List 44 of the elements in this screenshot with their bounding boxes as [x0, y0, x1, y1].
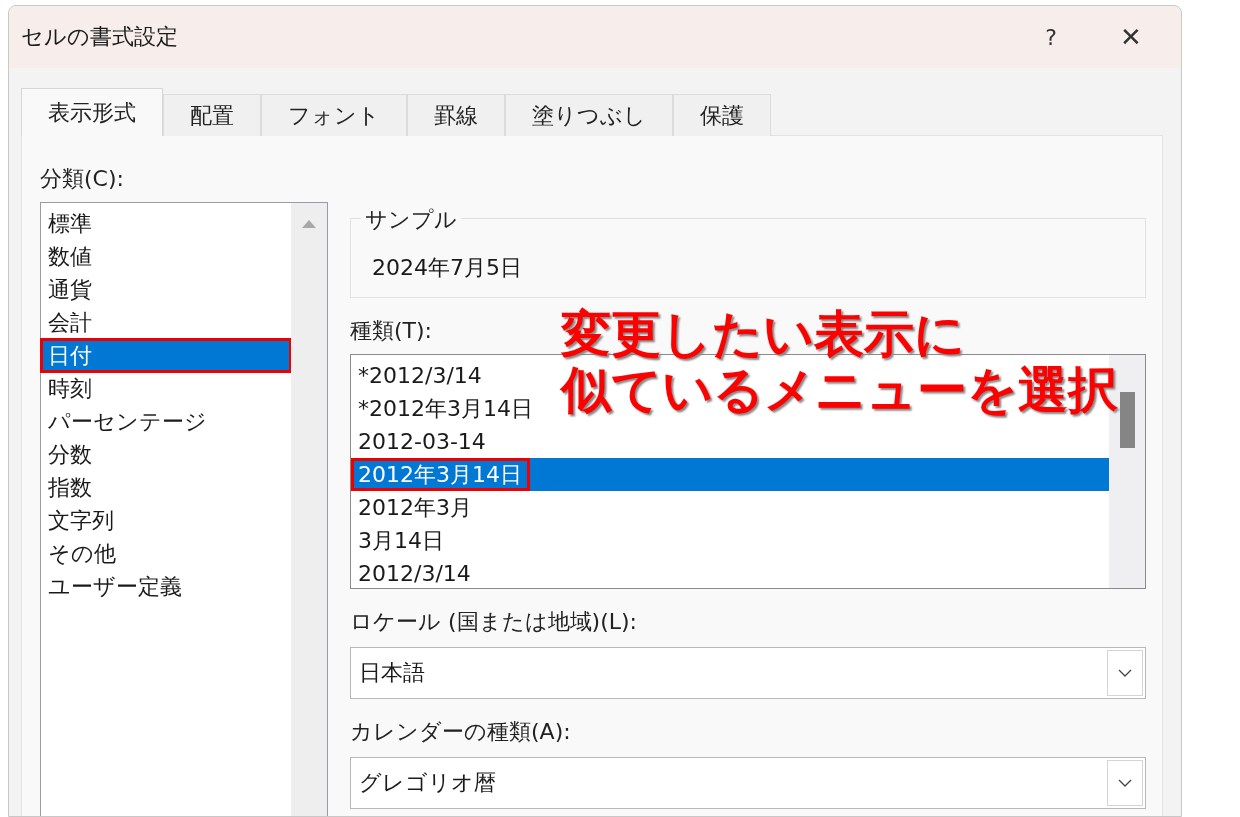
list-item[interactable]: 分数 [41, 438, 291, 471]
list-item[interactable]: 2012-03-14 [351, 425, 490, 458]
calendar-dropdown[interactable]: グレゴリオ暦 [350, 757, 1146, 809]
list-item[interactable]: *2012/3/14 [351, 359, 486, 392]
help-button[interactable]: ? [1011, 7, 1091, 67]
list-item[interactable]: 2012/3/14 [351, 557, 475, 590]
scroll-thumb[interactable] [1119, 392, 1135, 448]
list-item[interactable]: パーセンテージ [41, 405, 291, 438]
annotation-text: 似ているメニューを選択 [561, 362, 1118, 418]
tab[interactable]: 保護 [673, 94, 771, 136]
tab[interactable]: 塗りつぶし [505, 94, 673, 136]
locale-value: 日本語 [358, 659, 425, 687]
locale-label: ロケール (国または地域)(L): [350, 608, 637, 636]
scrollbar[interactable] [291, 203, 327, 816]
list-item[interactable]: 通貨 [41, 273, 291, 306]
list-item[interactable]: 会計 [41, 306, 291, 339]
tab[interactable]: 配置 [163, 94, 261, 136]
list-item[interactable]: 文字列 [41, 504, 291, 537]
category-label: 分類(C): [40, 165, 125, 193]
window-title: セルの書式設定 [21, 23, 178, 51]
tab[interactable]: フォント [261, 94, 407, 136]
calendar-value: グレゴリオ暦 [358, 769, 496, 797]
list-item[interactable]: 日付 [41, 339, 291, 372]
close-button[interactable]: ✕ [1091, 7, 1171, 67]
category-list[interactable]: 標準 数値 通貨 会計 日付 時刻 パーセンテージ 分数 指数 文字列 その他 ユーザー定義 [40, 202, 328, 816]
list-item[interactable]: 2012年3月 [351, 491, 476, 524]
tab[interactable]: 罫線 [407, 94, 505, 136]
tab[interactable]: 表示形式 [21, 88, 163, 136]
list-item[interactable]: *2012年3月14日 [351, 392, 537, 425]
list-item[interactable]: 標準 [41, 207, 291, 240]
calendar-label: カレンダーの種類(A): [350, 718, 571, 746]
list-item[interactable]: 指数 [41, 471, 291, 504]
locale-dropdown[interactable]: 日本語 [350, 647, 1146, 699]
list-item[interactable]: 2012年3月14日 [351, 458, 1109, 491]
chevron-down-icon [1118, 669, 1132, 677]
list-item[interactable]: その他 [41, 537, 291, 570]
list-item[interactable]: 3月14日 [351, 524, 448, 557]
list-item[interactable]: 時刻 [41, 372, 291, 405]
list-item[interactable]: ユーザー定義 [41, 570, 291, 603]
chevron-down-icon [1118, 779, 1132, 787]
sample-value: 2024年7月5日 [372, 254, 522, 282]
scroll-up-icon[interactable] [301, 219, 317, 229]
type-label: 種類(T): [350, 317, 433, 345]
list-item[interactable]: 数値 [41, 240, 291, 273]
